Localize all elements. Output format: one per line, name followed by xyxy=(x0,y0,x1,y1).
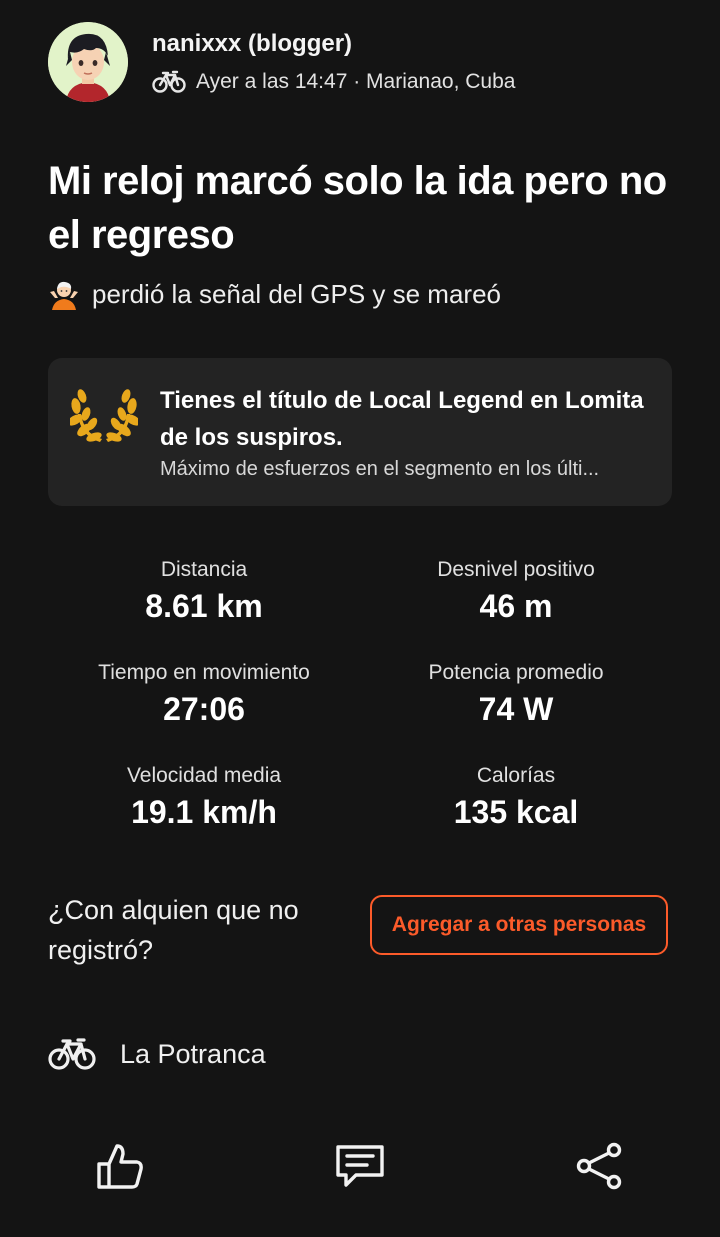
activity-meta-text: Ayer a las 14:47 · Marianao, Cuba xyxy=(196,70,516,93)
local-legend-card[interactable]: Tienes el título de Local Legend en Lomi… xyxy=(48,358,672,506)
add-others-prompt: ¿Con alquien que no registró? xyxy=(48,895,299,965)
stat-label: Desnivel positivo xyxy=(437,558,595,581)
stat-label: Tiempo en movimiento xyxy=(98,661,310,684)
stat-label: Distancia xyxy=(160,558,248,581)
stat-calories: Calorías 135 kcal xyxy=(346,762,686,831)
stat-value: 135 kcal xyxy=(453,794,579,830)
stat-value: 46 m xyxy=(479,588,553,624)
laurel-wreath-icon xyxy=(70,389,138,442)
stat-average-power: Potencia promedio 74 W xyxy=(346,659,686,728)
share-button[interactable] xyxy=(571,1140,627,1192)
stat-moving-time: Tiempo en movimiento 27:06 xyxy=(34,659,374,728)
gear-row[interactable]: La Potranca xyxy=(48,1034,266,1074)
stat-label: Velocidad media xyxy=(126,764,282,787)
gear-name: La Potranca xyxy=(120,1038,266,1069)
stat-label: Potencia promedio xyxy=(428,661,604,684)
activity-subtitle: perdió la señal del GPS y se mareó xyxy=(92,278,501,309)
avatar[interactable] xyxy=(48,22,128,102)
activity-meta: Ayer a las 14:47 · Marianao, Cuba xyxy=(152,68,515,96)
comment-button[interactable] xyxy=(332,1140,388,1192)
stat-value: 27:06 xyxy=(163,691,245,727)
legend-description: Máximo de esfuerzos en el segmento en lo… xyxy=(160,458,600,480)
stat-value: 74 W xyxy=(478,691,554,727)
bike-icon xyxy=(48,1038,96,1070)
stat-average-speed: Velocidad media 19.1 km/h xyxy=(34,762,374,831)
stat-distance: Distancia 8.61 km xyxy=(34,556,374,625)
kudos-button[interactable] xyxy=(92,1140,148,1192)
activity-title[interactable]: Mi reloj marcó solo la ida pero no el re… xyxy=(48,154,688,262)
activity-description: perdió la señal del GPS y se mareó xyxy=(48,278,501,310)
stat-elevation-gain: Desnivel positivo 46 m xyxy=(346,556,686,625)
stat-value: 8.61 km xyxy=(145,588,263,624)
legend-title: Tienes el título de Local Legend en Lomi… xyxy=(160,387,644,451)
comment-icon xyxy=(336,1145,384,1187)
user-name[interactable]: nanixxx (blogger) xyxy=(152,30,352,58)
bike-icon xyxy=(152,70,186,93)
thumbs-up-icon xyxy=(97,1144,143,1189)
share-icon xyxy=(576,1142,622,1190)
add-others-button[interactable]: Agregar a otras personas xyxy=(370,895,668,955)
stat-label: Calorías xyxy=(476,764,556,787)
stat-value: 19.1 km/h xyxy=(131,794,277,830)
activity-header: nanixxx (blogger) Ayer a las 14:47 · Mar… xyxy=(48,22,688,104)
person-shrugging-emoji-icon xyxy=(50,281,78,310)
